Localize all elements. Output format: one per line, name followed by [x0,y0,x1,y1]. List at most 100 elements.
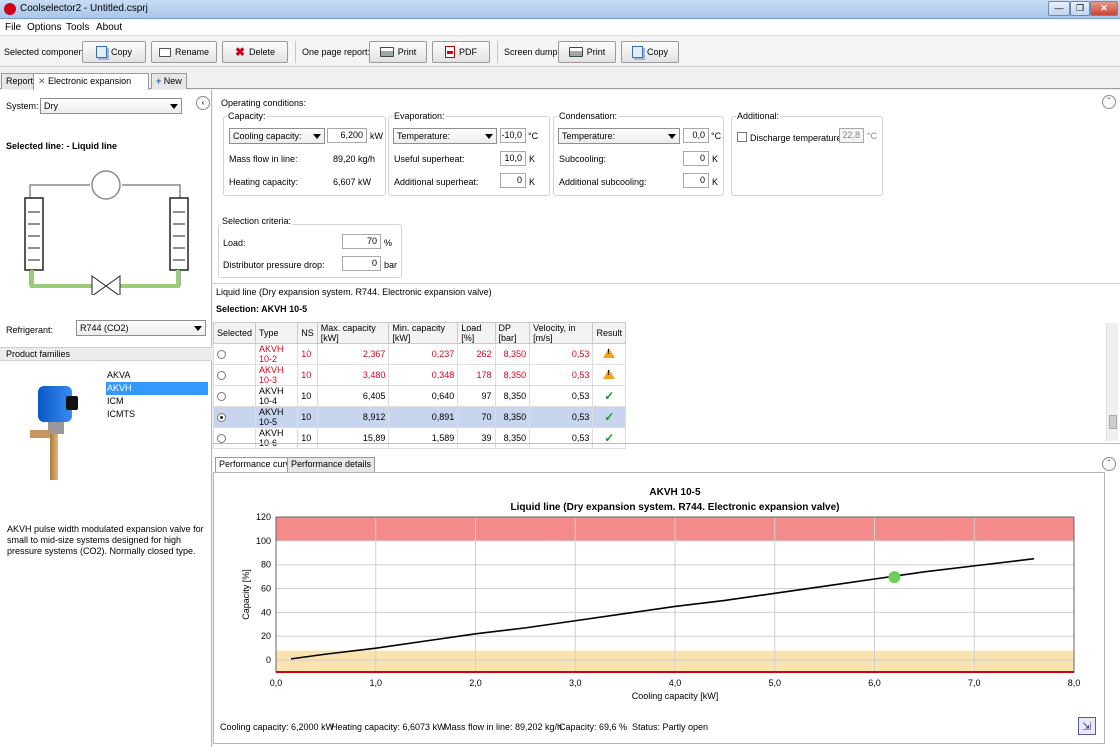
cell-selected[interactable] [212,406,257,428]
y-tick-label: 40 [261,607,271,617]
condensation-type-select[interactable]: Temperature: [558,128,680,144]
family-item-akvh[interactable]: AKVH [106,382,208,395]
status-heating-capacity: Heating capacity: 6,6073 kW [331,722,446,732]
col-load[interactable]: Load [%] [457,322,496,344]
system-select[interactable]: Dry [40,98,182,114]
menu-file[interactable]: File [5,22,21,33]
x-tick-label: 6,0 [868,678,881,688]
menu-options[interactable]: Options [27,22,61,33]
tab-electronic-expansion-valve[interactable]: ✕ Electronic expansion valve 1 [33,73,149,100]
table-row[interactable]: AKVH 10-3 10 3,480 0,348 178 8,350 0,53 [212,364,626,386]
evaporation-type-select[interactable]: Temperature: [393,128,497,144]
screen-print-button[interactable]: Print [558,41,616,63]
capacity-type-select[interactable]: Cooling capacity: [229,128,325,144]
collapse-left-button[interactable]: ‹ [196,96,210,110]
cell-dp: 8,350 [494,427,531,449]
col-type[interactable]: Type [255,322,299,344]
selection-caption: Liquid line (Dry expansion system. R744.… [216,287,492,297]
heating-capacity-label: Heating capacity: [229,177,299,187]
evaporation-temp-input[interactable]: -10,0 [500,128,526,143]
rename-button[interactable]: Rename [151,41,217,63]
cell-max-capacity: 15,89 [316,427,390,449]
family-item-icm[interactable]: ICM [106,395,208,408]
table-row[interactable]: AKVH 10-6 10 15,89 1,589 39 8,350 0,53 ✓ [212,427,626,449]
condensation-temp-input[interactable]: 0,0 [683,128,709,143]
discharge-temperature-input[interactable]: 22,8 [839,128,864,143]
cell-selected[interactable] [212,427,257,449]
additional-group-label: Additional: [736,111,781,121]
table-row[interactable]: AKVH 10-4 10 6,405 0,640 97 8,350 0,53 ✓ [212,385,626,407]
additional-subcooling-input[interactable]: 0 [683,173,709,188]
scrollbar-thumb[interactable] [1109,415,1117,429]
select-radio[interactable] [217,349,226,359]
maximize-button[interactable]: ❐ [1070,1,1090,16]
cell-velocity: 0,53 [529,406,594,428]
select-radio[interactable] [217,370,226,380]
additional-subcooling-label: Additional subcooling: [559,177,647,187]
selection-table: Selected Type NS Max. capacity [kW] Min.… [212,322,626,449]
copy-icon [631,46,643,58]
col-max-capacity[interactable]: Max. capacity [kW] [316,322,390,344]
screen-copy-button[interactable]: Copy [621,41,679,63]
cell-selected[interactable] [212,385,257,407]
col-result[interactable]: Result [592,322,626,344]
chevron-down-icon [668,134,676,139]
cell-selected[interactable] [212,364,257,386]
cell-load: 70 [457,406,496,428]
export-chart-button[interactable]: ⇲ [1078,717,1096,735]
selection-title: Selection: AKVH 10-5 [216,304,308,314]
collapse-conditions-button[interactable]: ˆ [1102,95,1116,109]
x-tick-label: 0,0 [270,678,283,688]
cell-dp: 8,350 [494,343,531,365]
pdf-icon [445,46,455,58]
cell-dp: 8,350 [494,364,531,386]
app-logo-icon [4,3,16,15]
delete-button[interactable]: ✖ Delete [222,41,288,63]
mass-flow-value: 89,20 kg/h [333,154,376,164]
tab-new[interactable]: + New [151,73,187,89]
col-velocity[interactable]: Velocity, in [m/s] [529,322,594,344]
report-print-button[interactable]: Print [369,41,427,63]
col-min-capacity[interactable]: Min. capacity [kW] [388,322,459,344]
col-ns[interactable]: NS [297,322,318,344]
minimize-button[interactable]: — [1048,1,1070,16]
menu-about[interactable]: About [96,22,122,33]
pdf-button[interactable]: PDF [432,41,490,63]
select-radio[interactable] [217,433,226,443]
cell-result [592,343,626,365]
tab-performance-details[interactable]: Performance details [287,457,376,472]
col-dp[interactable]: DP [bar] [494,322,531,344]
table-scrollbar[interactable] [1106,323,1118,441]
cooling-capacity-input[interactable]: 6,200 [327,128,367,143]
cell-load: 178 [457,364,496,386]
cell-ns: 10 [297,343,318,365]
menu-tools[interactable]: Tools [66,22,89,33]
family-item-icmts[interactable]: ICMTS [106,408,208,421]
additional-superheat-input[interactable]: 0 [500,173,526,188]
select-radio[interactable] [217,391,226,401]
cell-type: AKVH 10-5 [255,406,299,428]
cell-ns: 10 [297,385,318,407]
cell-result: ✓ [592,427,626,449]
close-button[interactable]: ✕ [1090,1,1118,16]
copy-component-button[interactable]: Copy [82,41,146,63]
mass-flow-label: Mass flow in line: [229,154,298,164]
refrigerant-label: Refrigerant: [6,325,54,335]
cell-selected[interactable] [212,343,257,365]
refrigerant-select[interactable]: R744 (CO2) [76,320,206,336]
table-row[interactable]: AKVH 10-5 10 8,912 0,891 70 8,350 0,53 ✓ [212,406,626,428]
useful-superheat-input[interactable]: 10,0 [500,151,526,166]
chevron-down-icon [485,134,493,139]
load-input[interactable]: 70 [342,234,381,249]
select-radio[interactable] [217,412,226,422]
discharge-temperature-checkbox[interactable] [737,132,747,142]
distributor-pd-input[interactable]: 0 [342,256,381,271]
x-tick-label: 3,0 [569,678,582,688]
tab-close-icon[interactable]: ✕ [38,76,48,86]
table-row[interactable]: AKVH 10-2 10 2,367 0,237 262 8,350 0,53 [212,343,626,365]
family-item-akva[interactable]: AKVA [106,369,208,382]
col-selected[interactable]: Selected [212,322,257,344]
subcooling-input[interactable]: 0 [683,151,709,166]
cell-min-capacity: 0,640 [388,385,459,407]
collapse-performance-button[interactable]: ˇ [1102,457,1116,471]
